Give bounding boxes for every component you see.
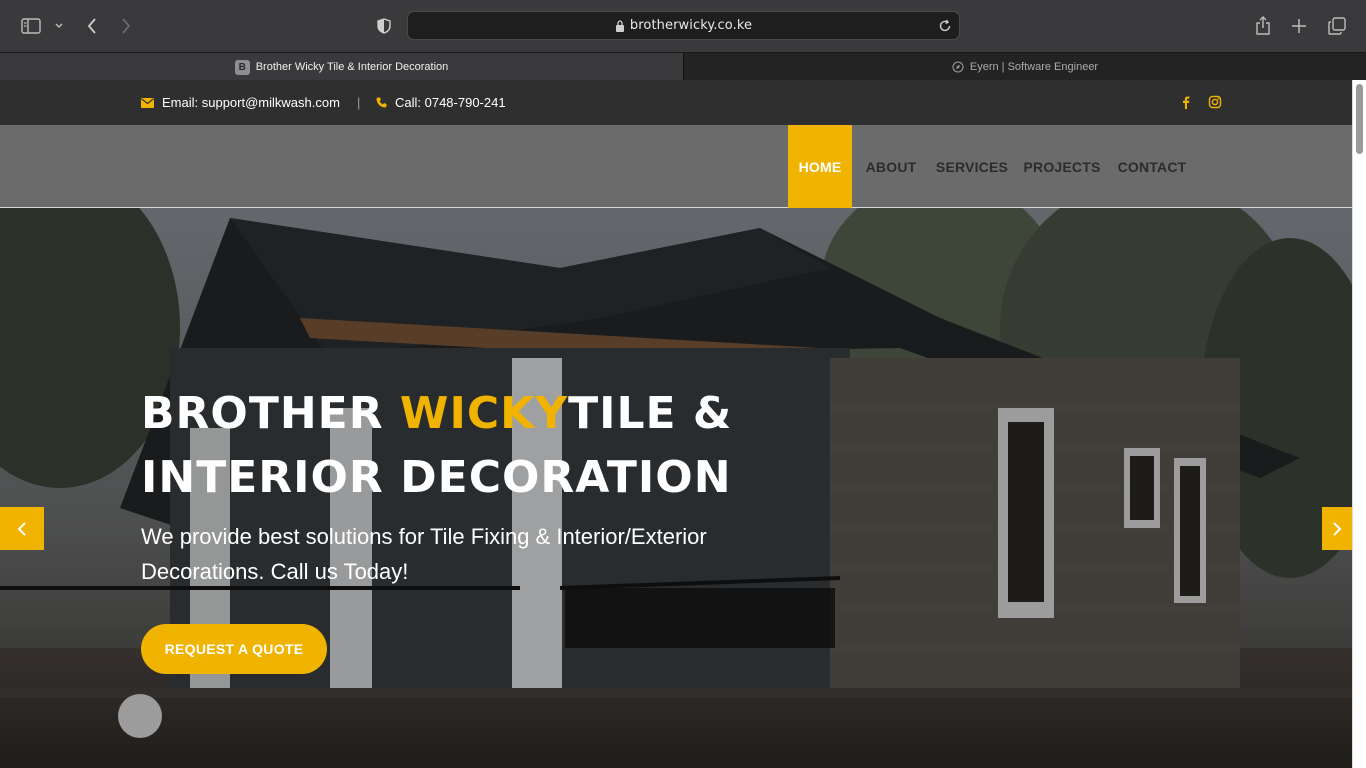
hero-title-part2: TILE & bbox=[568, 388, 733, 439]
hero-title-line2: INTERIOR DECORATION bbox=[141, 452, 732, 503]
main-navbar: HOME ABOUT SERVICES PROJECTS CONTACT bbox=[0, 125, 1352, 208]
hero-title: BROTHER WICKYTILE & INTERIOR DECORATION bbox=[141, 382, 841, 510]
slider-next-button[interactable] bbox=[1322, 507, 1352, 550]
back-icon[interactable] bbox=[82, 13, 102, 39]
slider-prev-button[interactable] bbox=[0, 507, 44, 550]
contact-email[interactable]: Email: support@milkwash.com bbox=[141, 80, 340, 125]
tab-overview-icon[interactable] bbox=[1326, 13, 1348, 39]
scrollbar-thumb[interactable] bbox=[1356, 84, 1363, 154]
forward-icon[interactable] bbox=[116, 13, 136, 39]
reload-icon[interactable] bbox=[937, 18, 953, 34]
contact-separator: | bbox=[357, 95, 361, 110]
instagram-icon[interactable] bbox=[1208, 95, 1222, 109]
tab-brother-wicky[interactable]: B Brother Wicky Tile & Interior Decorati… bbox=[0, 53, 683, 81]
new-tab-plus-icon[interactable] bbox=[1288, 13, 1310, 39]
facebook-icon[interactable] bbox=[1179, 95, 1193, 109]
address-bar[interactable]: brotherwicky.co.ke bbox=[407, 11, 960, 40]
email-text: Email: support@milkwash.com bbox=[162, 95, 340, 110]
nav-about[interactable]: ABOUT bbox=[864, 125, 918, 208]
chevron-down-icon[interactable] bbox=[52, 13, 66, 39]
hero-title-part1: BROTHER bbox=[141, 388, 400, 439]
privacy-shield-icon[interactable] bbox=[374, 13, 394, 39]
nav-contact[interactable]: CONTACT bbox=[1116, 125, 1188, 208]
hero-subtitle: We provide best solutions for Tile Fixin… bbox=[141, 524, 707, 584]
request-quote-button[interactable]: REQUEST A QUOTE bbox=[141, 624, 327, 674]
hero-title-accent: WICKY bbox=[399, 388, 569, 439]
tab-strip: B Brother Wicky Tile & Interior Decorati… bbox=[0, 52, 1366, 81]
tab-title: Brother Wicky Tile & Interior Decoration bbox=[255, 61, 449, 73]
phone-text: Call: 0748-790-241 bbox=[395, 95, 506, 110]
compass-icon bbox=[952, 61, 964, 73]
tab-eyern[interactable]: Eyern | Software Engineer bbox=[683, 53, 1366, 81]
tab-title: Eyern | Software Engineer bbox=[969, 61, 1099, 73]
url-text: brotherwicky.co.ke bbox=[629, 18, 753, 33]
phone-icon bbox=[376, 97, 387, 108]
chevron-right-icon bbox=[1333, 521, 1342, 536]
share-icon[interactable] bbox=[1252, 13, 1274, 39]
page-scrollbar[interactable] bbox=[1352, 80, 1366, 768]
lock-icon bbox=[615, 19, 624, 32]
contact-topbar: Email: support@milkwash.com | Call: 0748… bbox=[0, 80, 1352, 125]
nav-services[interactable]: SERVICES bbox=[936, 125, 1008, 208]
sidebar-toggle-icon[interactable] bbox=[18, 13, 44, 39]
browser-toolbar: brotherwicky.co.ke bbox=[0, 0, 1366, 52]
nav-home[interactable]: HOME bbox=[788, 125, 852, 208]
envelope-icon bbox=[141, 97, 154, 108]
contact-phone[interactable]: Call: 0748-790-241 bbox=[376, 80, 506, 125]
hero-slider: BROTHER WICKYTILE & INTERIOR DECORATION … bbox=[0, 208, 1352, 768]
web-page: Email: support@milkwash.com | Call: 0748… bbox=[0, 80, 1352, 768]
nav-projects[interactable]: PROJECTS bbox=[1023, 125, 1100, 208]
chevron-left-icon bbox=[17, 521, 26, 536]
site-favicon-icon: B bbox=[234, 59, 250, 75]
